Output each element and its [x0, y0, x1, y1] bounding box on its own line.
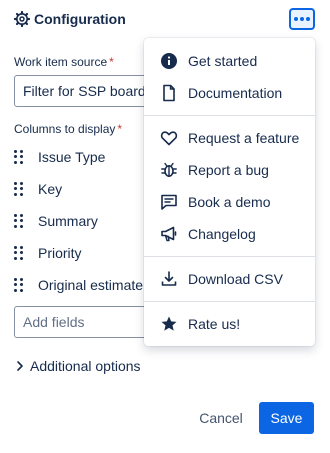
menu-item-download-csv[interactable]: Download CSV — [144, 263, 315, 295]
drag-handle-icon[interactable] — [14, 182, 24, 196]
menu-item-report-bug[interactable]: Report a bug — [144, 154, 315, 186]
gear-icon — [14, 11, 30, 27]
column-item[interactable]: Key — [14, 177, 164, 201]
column-item[interactable]: Original estimate — [14, 273, 164, 297]
menu-item-book-demo[interactable]: Book a demo — [144, 186, 315, 218]
chat-icon — [160, 193, 178, 211]
megaphone-icon — [160, 225, 178, 243]
drag-handle-icon[interactable] — [14, 246, 24, 260]
page-title: Configuration — [34, 11, 126, 27]
menu-item-request-feature[interactable]: Request a feature — [144, 122, 315, 154]
menu-divider — [144, 301, 315, 302]
drag-handle-icon[interactable] — [14, 150, 24, 164]
bug-icon — [160, 161, 178, 179]
document-icon — [160, 84, 178, 102]
menu-item-rate-us[interactable]: Rate us! — [144, 308, 315, 340]
drag-handle-icon[interactable] — [14, 278, 24, 292]
download-icon — [160, 270, 178, 288]
menu-item-get-started[interactable]: Get started — [144, 45, 315, 77]
column-item[interactable]: Issue Type — [14, 145, 164, 169]
more-options-menu: Get started Documentation Request a feat… — [144, 38, 315, 346]
panel-header: Configuration — [14, 8, 316, 30]
more-horizontal-icon — [294, 17, 298, 21]
save-button[interactable]: Save — [259, 402, 314, 434]
cancel-button[interactable]: Cancel — [190, 402, 252, 434]
chevron-right-icon — [14, 360, 26, 372]
heart-icon — [160, 129, 178, 147]
column-item[interactable]: Summary — [14, 209, 164, 233]
source-label: Work item source * — [14, 55, 114, 69]
required-mark: * — [117, 122, 123, 136]
additional-options-toggle[interactable]: Additional options — [14, 355, 141, 377]
menu-item-changelog[interactable]: Changelog — [144, 218, 315, 250]
columns-label: Columns to display * — [14, 122, 123, 136]
star-icon — [160, 315, 178, 333]
more-options-button[interactable] — [289, 8, 315, 30]
required-mark: * — [109, 55, 114, 69]
menu-divider — [144, 256, 315, 257]
menu-item-documentation[interactable]: Documentation — [144, 77, 315, 109]
menu-divider — [144, 115, 315, 116]
column-item[interactable]: Priority — [14, 241, 164, 265]
drag-handle-icon[interactable] — [14, 214, 24, 228]
info-icon — [160, 52, 178, 70]
